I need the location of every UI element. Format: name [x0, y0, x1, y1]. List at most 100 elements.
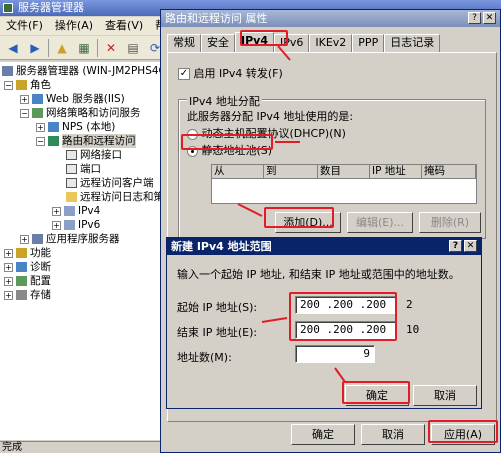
start-ip-label: 起始 IP 地址(S):	[177, 301, 258, 314]
server-manager-icon	[3, 3, 13, 13]
add-button[interactable]: 添加(D)...	[275, 212, 341, 233]
tree-item-server-manager[interactable]: 服务器管理器 (WIN-JM2PHS4CAT	[2, 64, 169, 78]
tree-item-network-policy[interactable]: − 网络策略和访问服务	[20, 106, 141, 120]
tree-item-ports[interactable]: 端口	[66, 162, 101, 176]
tree-item-routing[interactable]: − 路由和远程访问	[36, 134, 136, 148]
tree-item-network-interfaces[interactable]: 网络接口	[66, 148, 122, 162]
web-server-icon	[32, 94, 43, 104]
properties-titlebar: 路由和远程访问 属性 ? ✕	[161, 10, 500, 27]
close-icon[interactable]: ✕	[464, 240, 477, 252]
address-assignment-group: IPv4 地址分配 此服务器分配 IPv4 地址使用的是: 动态主机配置协议(D…	[178, 93, 486, 239]
tab-ppp[interactable]: PPP	[352, 34, 385, 52]
address-count-field[interactable]: 9	[295, 345, 375, 363]
enable-forwarding-checkbox[interactable]: ✓	[178, 68, 190, 80]
edit-button[interactable]: 编辑(E)...	[347, 212, 413, 233]
expand-icon[interactable]: +	[4, 262, 13, 272]
server-manager-title: 服务器管理器	[18, 1, 84, 14]
group-label: IPv4 地址分配	[187, 93, 262, 109]
tree-item-remote-clients[interactable]: 远程访问客户端	[66, 176, 154, 190]
tree-item-storage[interactable]: + 存储	[4, 288, 51, 302]
tree-item-ipv4[interactable]: + IPv4	[52, 204, 100, 218]
tree-item-features[interactable]: + 功能	[4, 246, 51, 260]
toolbar-separator	[48, 38, 49, 57]
tree-item-logging-policy[interactable]: 远程访问日志和策	[66, 190, 164, 204]
tree-item-configuration[interactable]: + 配置	[4, 274, 51, 288]
cancel-button[interactable]: 取消	[361, 424, 425, 445]
col-to[interactable]: 到	[264, 165, 318, 178]
static-pool-option[interactable]: 静态地址池(S)	[187, 142, 272, 158]
tree-item-diagnostics[interactable]: + 诊断	[4, 260, 51, 274]
collapse-icon[interactable]: −	[20, 108, 29, 118]
address-pool-list[interactable]: 从 到 数目 IP 地址 掩码	[211, 164, 477, 204]
start-ip-field[interactable]: 200 .200 .200 . 2	[295, 296, 413, 314]
menu-file[interactable]: 文件(F)	[0, 17, 49, 35]
tree-item-web-server[interactable]: + Web 服务器(IIS)	[20, 92, 125, 106]
help-icon[interactable]: ?	[468, 12, 481, 24]
tab-security[interactable]: 安全	[201, 34, 235, 52]
list-header: 从 到 数目 IP 地址 掩码	[212, 165, 476, 179]
tab-ipv6[interactable]: IPv6	[273, 34, 310, 52]
dhcp-label: 动态主机配置协议(DHCP)(N)	[201, 127, 346, 140]
col-count[interactable]: 数目	[318, 165, 370, 178]
ipv4-icon	[64, 206, 75, 216]
tree-item-app-server[interactable]: + 应用程序服务器	[20, 232, 120, 246]
apply-button[interactable]: 应用(A)	[431, 424, 495, 445]
expand-icon[interactable]: +	[52, 206, 61, 216]
dhcp-radio[interactable]	[187, 128, 198, 140]
expand-icon[interactable]: +	[20, 234, 29, 244]
range-cancel-button[interactable]: 取消	[413, 385, 477, 406]
tab-strip: 常规 安全 IPv4 IPv6 IKEv2 PPP 日志记录	[167, 32, 441, 52]
tree-item-ipv6[interactable]: + IPv6	[52, 218, 100, 232]
features-icon	[16, 248, 27, 258]
tab-logging[interactable]: 日志记录	[384, 34, 441, 52]
tab-general[interactable]: 常规	[167, 34, 201, 52]
show-tree-icon[interactable]: ▦	[73, 38, 95, 58]
tree-item-roles[interactable]: − 角色	[4, 78, 51, 92]
tree-item-nps[interactable]: + NPS (本地)	[36, 120, 115, 134]
address-count-label: 地址数(M):	[177, 351, 232, 364]
delete-button[interactable]: 删除(R)	[419, 212, 481, 233]
menu-view[interactable]: 查看(V)	[99, 17, 149, 35]
network-interface-icon	[66, 150, 77, 160]
close-icon[interactable]: ✕	[483, 12, 496, 24]
expand-icon[interactable]: +	[4, 248, 13, 258]
dhcp-option[interactable]: 动态主机配置协议(DHCP)(N)	[187, 125, 346, 141]
new-range-dialog: 新建 IPv4 地址范围 ? ✕ 输入一个起始 IP 地址, 和结束 IP 地址…	[166, 237, 482, 409]
tab-ikev2[interactable]: IKEv2	[309, 34, 353, 52]
storage-icon	[16, 290, 27, 300]
col-mask[interactable]: 掩码	[422, 165, 476, 178]
ok-button[interactable]: 确定	[291, 424, 355, 445]
col-ip-address[interactable]: IP 地址	[370, 165, 422, 178]
delete-icon[interactable]: ✕	[100, 38, 122, 58]
enable-forwarding-row[interactable]: ✓ 启用 IPv4 转发(F)	[178, 65, 283, 81]
properties-icon[interactable]: ▤	[122, 38, 144, 58]
range-ok-button[interactable]: 确定	[345, 385, 409, 406]
roles-icon	[16, 80, 27, 90]
nps-icon	[48, 122, 59, 132]
menu-action[interactable]: 操作(A)	[49, 17, 99, 35]
expand-icon[interactable]: +	[52, 220, 61, 230]
expand-icon[interactable]: +	[36, 122, 45, 132]
collapse-icon[interactable]: −	[4, 80, 13, 90]
ports-icon	[66, 164, 77, 174]
static-pool-radio[interactable]	[187, 145, 198, 157]
col-from[interactable]: 从	[212, 165, 264, 178]
toolbar-separator	[97, 38, 98, 57]
tab-ipv4[interactable]: IPv4	[235, 32, 274, 52]
back-arrow-icon[interactable]: ◀	[2, 38, 24, 58]
routing-icon	[48, 136, 59, 146]
end-ip-field[interactable]: 200 .200 .200 . 10	[295, 321, 419, 339]
expand-icon[interactable]: +	[20, 94, 29, 104]
expand-icon[interactable]: +	[4, 276, 13, 286]
ipv6-icon	[64, 220, 75, 230]
range-titlebar: 新建 IPv4 地址范围 ? ✕	[167, 238, 481, 255]
forward-arrow-icon[interactable]: ▶	[24, 38, 46, 58]
end-ip-label: 结束 IP 地址(E):	[177, 326, 258, 339]
network-policy-icon	[32, 108, 43, 118]
up-folder-icon[interactable]: ▲	[51, 38, 73, 58]
collapse-icon[interactable]: −	[36, 136, 45, 146]
help-icon[interactable]: ?	[449, 240, 462, 252]
expand-icon[interactable]: +	[4, 290, 13, 300]
folder-icon	[66, 192, 77, 202]
server-icon	[2, 66, 13, 76]
